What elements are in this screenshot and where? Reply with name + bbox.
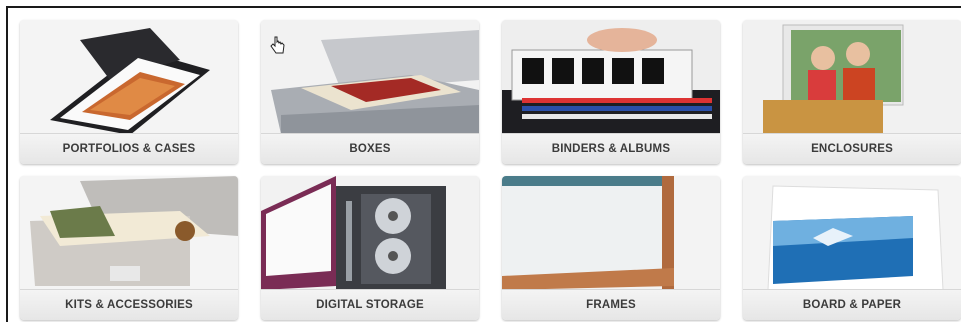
hand-cursor-icon bbox=[270, 36, 285, 54]
frame-image bbox=[502, 176, 720, 290]
category-tile-board-paper[interactable]: BOARD & PAPER bbox=[743, 176, 961, 320]
category-label: BOARD & PAPER bbox=[743, 289, 961, 320]
category-tile-kits[interactable]: KITS & ACCESSORIES bbox=[20, 176, 238, 320]
category-label: DIGITAL STORAGE bbox=[261, 289, 479, 320]
category-label: ENCLOSURES bbox=[743, 133, 961, 164]
category-tile-portfolios[interactable]: PORTFOLIOS & CASES bbox=[20, 20, 238, 164]
category-label: BOXES bbox=[261, 133, 479, 164]
category-label: FRAMES bbox=[502, 289, 720, 320]
kit-box-image bbox=[20, 176, 238, 290]
category-label: KITS & ACCESSORIES bbox=[20, 289, 238, 320]
binder-image bbox=[502, 20, 720, 134]
category-label: BINDERS & ALBUMS bbox=[502, 133, 720, 164]
category-tile-binders[interactable]: BINDERS & ALBUMS bbox=[502, 20, 720, 164]
cd-binder-image bbox=[261, 176, 479, 290]
category-tile-digital-storage[interactable]: DIGITAL STORAGE bbox=[261, 176, 479, 320]
photo-enclosure-image bbox=[743, 20, 961, 134]
portfolio-case-image bbox=[20, 20, 238, 134]
category-tile-enclosures[interactable]: ENCLOSURES bbox=[743, 20, 961, 164]
category-grid: PORTFOLIOS & CASES BOXES BINDERS & ALBUM… bbox=[6, 6, 961, 322]
category-label: PORTFOLIOS & CASES bbox=[20, 133, 238, 164]
category-tile-frames[interactable]: FRAMES bbox=[502, 176, 720, 320]
archival-box-image bbox=[261, 20, 479, 134]
board-paper-image bbox=[743, 176, 961, 290]
category-tile-boxes[interactable]: BOXES bbox=[261, 20, 479, 164]
